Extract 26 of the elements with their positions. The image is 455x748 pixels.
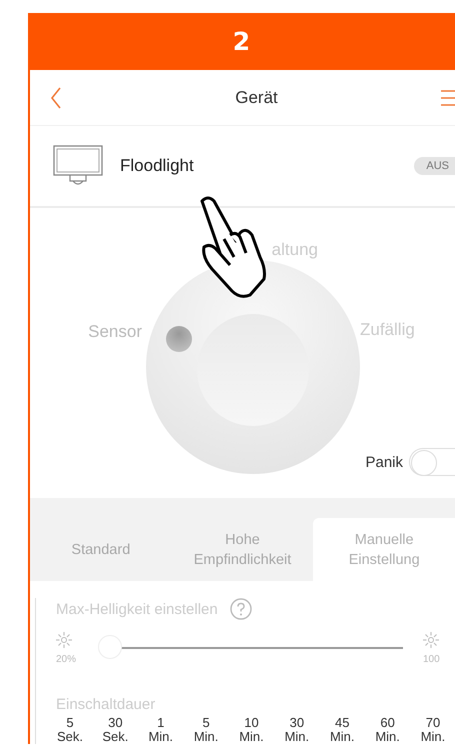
- dim-sun-icon: [56, 632, 72, 648]
- duration-option[interactable]: 70 Min.: [411, 716, 455, 744]
- bright-sun-icon: [423, 632, 439, 648]
- dial-indicator: [166, 326, 192, 352]
- duration-option[interactable]: 45 Min.: [320, 716, 364, 744]
- slider-thumb[interactable]: [98, 635, 122, 659]
- menu-icon: [441, 88, 455, 108]
- duration-option[interactable]: 10 Min.: [230, 716, 274, 744]
- duration-option[interactable]: 1 Min.: [138, 716, 183, 744]
- duration-option[interactable]: 30 Sek.: [93, 716, 138, 744]
- duration-option[interactable]: 5 Min.: [184, 716, 228, 744]
- screen-title: Gerät: [235, 88, 278, 108]
- duration-option[interactable]: 5 Sek.: [48, 716, 92, 744]
- panic-label: Panik: [365, 454, 403, 470]
- floodlight-icon: [52, 145, 104, 187]
- back-icon: [50, 86, 62, 110]
- help-icon: [230, 598, 252, 620]
- min-brightness-label: 20%: [56, 654, 76, 664]
- brightness-slider[interactable]: [98, 635, 403, 661]
- max-brightness-label: 100: [423, 654, 440, 664]
- duration-option[interactable]: 30 Min.: [274, 716, 319, 744]
- panic-toggle[interactable]: [409, 448, 455, 476]
- duration-option[interactable]: 60 Min.: [366, 716, 410, 744]
- step-number: 2: [232, 27, 250, 56]
- power-switch[interactable]: AUS: [414, 157, 455, 175]
- device-name: Floodlight: [120, 156, 195, 176]
